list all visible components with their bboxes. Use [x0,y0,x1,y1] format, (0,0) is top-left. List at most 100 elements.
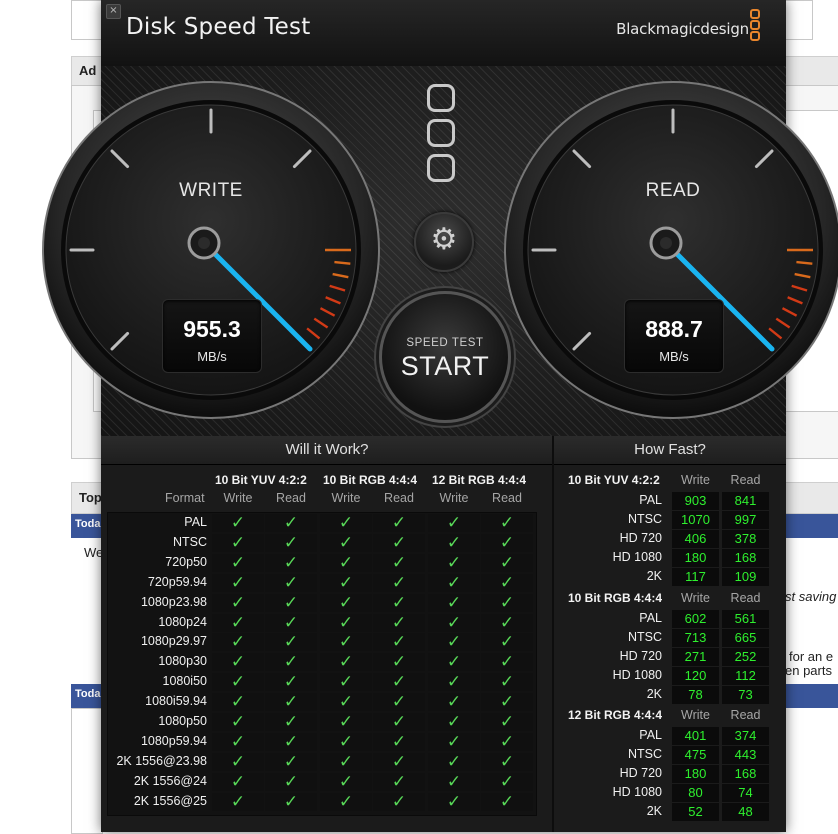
how-fast-row-label: PAL [639,728,662,742]
how-fast-write-value: 120 [672,667,719,685]
read-gauge-label: READ [645,180,701,201]
how-fast-row-label: 2K [646,687,662,701]
compatibility-check-icon: ✓ [373,573,425,592]
compatibility-check-icon: ✓ [265,573,317,592]
wiw-group-header: 12 Bit RGB 4:4:4 [432,473,527,487]
how-fast-write-value: 602 [672,610,719,628]
wiw-sub-header-write: Write [331,491,361,505]
read-speed-unit: MB/s [659,349,689,364]
compatibility-check-icon: ✓ [373,752,425,771]
how-fast-read-value: 443 [722,746,769,764]
wiw-row-label: 1080p30 [158,654,207,669]
background-text-toda-2: Toda [75,688,101,700]
wiw-row-label: 2K 1556@23.98 [116,753,207,768]
how-fast-read-value: 74 [722,784,769,802]
how-fast-group-header: 10 Bit RGB 4:4:4 [568,591,663,605]
compatibility-check-icon: ✓ [320,752,372,771]
background-text-top: Top [79,490,102,505]
compatibility-check-icon: ✓ [373,514,425,532]
how-fast-heading: How Fast? [554,436,786,465]
compatibility-check-icon: ✓ [373,693,425,712]
compatibility-check-icon: ✓ [428,533,480,552]
wiw-row-label: 1080p23.98 [140,594,207,609]
compatibility-check-icon: ✓ [212,514,264,532]
write-speed-display: 955.3 MB/s [162,299,262,373]
compatibility-check-icon: ✓ [320,693,372,712]
compatibility-check-icon: ✓ [320,533,372,552]
compatibility-check-icon: ✓ [373,533,425,552]
how-fast-sub-header-write: Write [681,708,710,722]
speed-test-start-button[interactable]: SPEED TEST START [379,291,511,423]
how-fast-group-header: 12 Bit RGB 4:4:4 [568,708,663,722]
how-fast-write-value: 78 [672,686,719,704]
background-text-parts: en parts [785,663,832,678]
compatibility-check-icon: ✓ [373,653,425,672]
compatibility-check-icon: ✓ [481,573,533,592]
wiw-row-label: 1080p29.97 [140,634,207,649]
how-fast-write-value: 180 [672,765,719,783]
compatibility-check-icon: ✓ [212,573,264,592]
wiw-row-label: 1080i50 [162,674,208,689]
compatibility-check-icon: ✓ [428,673,480,692]
how-fast-write-value: 117 [672,568,719,586]
how-fast-write-value: 180 [672,549,719,567]
wiw-sub-header-read: Read [384,491,414,505]
brand-name: Blackmagicdesign [616,20,749,38]
compatibility-check-icon: ✓ [320,673,372,692]
write-speed-value: 955.3 [183,316,241,342]
compatibility-check-icon: ✓ [481,772,533,791]
compatibility-check-icon: ✓ [212,693,264,712]
compatibility-check-icon: ✓ [265,792,317,811]
how-fast-row-label: HD 1080 [612,668,662,682]
how-fast-write-value: 80 [672,784,719,802]
how-fast-sub-header-read: Read [730,473,761,487]
wiw-row-label: 1080i59.94 [145,694,207,709]
compatibility-check-icon: ✓ [320,613,372,632]
compatibility-check-icon: ✓ [265,653,317,672]
compatibility-check-icon: ✓ [265,752,317,771]
compatibility-check-icon: ✓ [481,792,533,811]
read-speed-value: 888.7 [645,316,703,342]
compatibility-check-icon: ✓ [265,673,317,692]
wiw-row-label: PAL [184,515,207,529]
how-fast-read-value: 112 [722,667,769,685]
compatibility-check-icon: ✓ [428,772,480,791]
wiw-group-header: 10 Bit RGB 4:4:4 [323,473,418,487]
how-fast-row-label: NTSC [627,630,662,644]
how-fast-sub-header-write: Write [681,473,710,487]
compatibility-check-icon: ✓ [265,693,317,712]
how-fast-read-value: 252 [722,648,769,666]
compatibility-check-icon: ✓ [481,752,533,771]
how-fast-row-label: PAL [639,611,662,625]
close-icon[interactable]: × [106,4,121,19]
how-fast-read-value: 841 [722,492,769,510]
settings-gear-icon[interactable]: ⚙ [414,212,474,272]
wiw-sub-header-read: Read [276,491,306,505]
how-fast-sub-header-read: Read [730,708,761,722]
compatibility-check-icon: ✓ [212,553,264,572]
how-fast-row-label: PAL [639,493,662,507]
wiw-row-label: 720p50 [165,554,207,569]
compatibility-check-icon: ✓ [265,732,317,751]
how-fast-row-label: HD 720 [619,766,662,780]
how-fast-write-value: 713 [672,629,719,647]
wiw-sub-header-write: Write [223,491,253,505]
compatibility-check-icon: ✓ [265,713,317,731]
compatibility-check-icon: ✓ [428,752,480,771]
wiw-sub-header-write: Write [439,491,469,505]
compatibility-check-icon: ✓ [428,613,480,632]
compatibility-check-icon: ✓ [481,514,533,532]
compatibility-check-icon: ✓ [428,573,480,592]
how-fast-row-label: 2K [646,804,662,818]
compatibility-check-icon: ✓ [481,533,533,552]
compatibility-check-icon: ✓ [481,693,533,712]
compatibility-check-icon: ✓ [212,713,264,731]
how-fast-write-value: 52 [672,803,719,821]
wiw-sub-header-read: Read [492,491,522,505]
background-text-for: for an e [789,649,834,664]
compatibility-check-icon: ✓ [212,772,264,791]
how-fast-read-value: 561 [722,610,769,628]
how-fast-row-label: NTSC [627,512,662,526]
compatibility-check-icon: ✓ [373,553,425,572]
compatibility-check-icon: ✓ [265,514,317,532]
